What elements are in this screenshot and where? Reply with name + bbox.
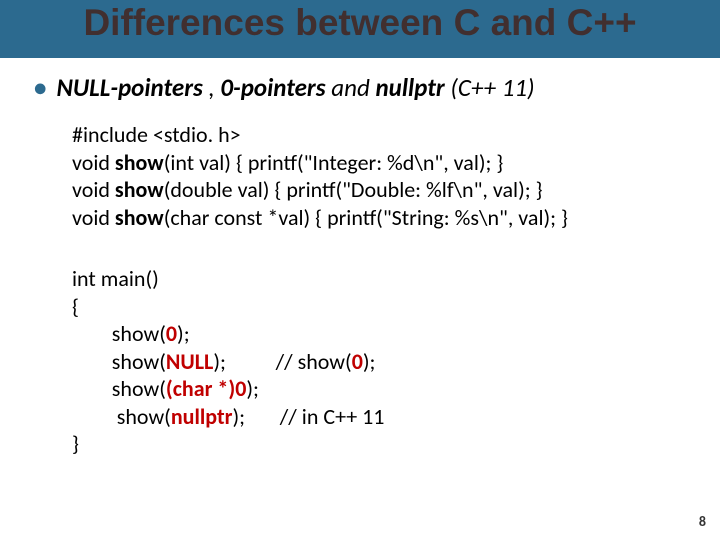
bullet-text: NULL-pointers , 0-pointers and nullptr (… (56, 72, 534, 103)
code-line: ); (246, 375, 259, 402)
bullet-dot-icon: • (34, 72, 46, 103)
term-null-pointers: NULL-pointers (56, 72, 202, 103)
code-fn: show (115, 204, 164, 231)
code-fn: show (115, 176, 164, 203)
code-block-2: int main() { show(0); show(NULL); // sho… (72, 265, 692, 458)
code-line: #include <stdio. h> (72, 121, 241, 148)
code-line: (double val) { printf("Double: %lf\n", v… (164, 176, 543, 203)
code-line: int main() (72, 265, 159, 292)
page-number: 8 (699, 513, 706, 530)
code-arg: nullptr (171, 403, 233, 430)
code-line: (int val) { printf("Integer: %d\n", val)… (164, 149, 504, 176)
code-line: void (72, 176, 115, 203)
bullet-line: • NULL-pointers , 0-pointers and nullptr… (28, 72, 692, 103)
code-line: show( (72, 375, 166, 402)
term-tail: (C++ 11) (445, 72, 535, 103)
code-line: ); (177, 320, 190, 347)
code-arg: NULL (166, 348, 213, 375)
code-block-1: #include <stdio. h> void show(int val) {… (72, 121, 692, 231)
code-arg: (char *)0 (166, 375, 246, 402)
slide-title: Differences between C and C++ (0, 2, 720, 44)
code-line: ); (363, 348, 376, 375)
code-line: (char const *val) { printf("String: %s\n… (164, 204, 568, 231)
code-arg: 0 (352, 348, 363, 375)
code-line: show( (72, 403, 171, 430)
code-line: void (72, 149, 115, 176)
code-line: ); // show( (213, 348, 351, 375)
code-line: } (72, 430, 79, 457)
term-nullptr: nullptr (375, 72, 444, 103)
code-arg: 0 (166, 320, 177, 347)
code-line: { (72, 293, 79, 320)
code-line: ); // in C++ 11 (232, 403, 384, 430)
code-fn: show (115, 149, 164, 176)
code-line: show( (72, 348, 166, 375)
code-line: show( (72, 320, 166, 347)
code-line: void (72, 204, 115, 231)
slide-content: • NULL-pointers , 0-pointers and nullptr… (0, 58, 720, 458)
term-zero-pointers: 0-pointers (220, 72, 325, 103)
